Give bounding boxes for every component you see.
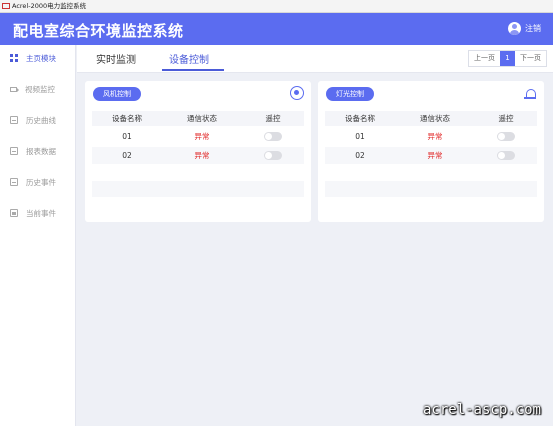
column-header: 通信状态 xyxy=(187,114,217,123)
column-header: 设备名称 xyxy=(345,114,375,123)
current-page-button[interactable]: 1 xyxy=(500,51,515,66)
pagination: 上一页 1 下一页 xyxy=(468,50,547,67)
comm-status: 异常 xyxy=(427,132,443,141)
device-name: 02 xyxy=(122,151,132,160)
device-name: 02 xyxy=(355,151,365,160)
comm-status: 异常 xyxy=(427,151,443,160)
app-title: 配电室综合环境监控系统 xyxy=(13,22,184,40)
light-control-card: 灯光控制 设备名称 通信状态 遥控 01 异常 02 异常 xyxy=(318,81,544,222)
sidebar-item-history-curve[interactable]: 历史曲线 xyxy=(0,107,76,133)
table-row: 02 异常 xyxy=(325,147,537,164)
sidebar-item-label: 历史曲线 xyxy=(26,115,56,125)
sidebar-item-current-event[interactable]: 当前事件 xyxy=(0,200,76,226)
column-header: 通信状态 xyxy=(420,114,450,123)
watermark: acrel-ascp.com xyxy=(422,402,541,418)
sidebar-item-report[interactable]: 报表数据 xyxy=(0,138,76,164)
table-row: 01 异常 xyxy=(325,128,537,145)
comm-status: 异常 xyxy=(194,151,210,160)
window-title: Acrel-2000电力监控系统 xyxy=(12,2,87,10)
table-header: 设备名称 通信状态 遥控 xyxy=(325,111,537,126)
device-name: 01 xyxy=(122,132,132,141)
table-footer xyxy=(92,181,304,197)
fan-icon xyxy=(290,86,304,100)
tab-device-control[interactable]: 设备控制 xyxy=(169,51,209,66)
table-header: 设备名称 通信状态 遥控 xyxy=(92,111,304,126)
logout-button[interactable]: 注销 xyxy=(508,22,541,35)
app-window-icon xyxy=(2,3,10,9)
tab-realtime-monitoring[interactable]: 实时监测 xyxy=(96,51,136,66)
sidebar-item-label: 主页模块 xyxy=(26,53,56,63)
report-icon xyxy=(10,147,18,155)
history-event-icon xyxy=(10,178,18,186)
video-camera-icon xyxy=(10,87,19,92)
card-title: 灯光控制 xyxy=(326,87,374,101)
column-header: 遥控 xyxy=(498,114,514,123)
chart-document-icon xyxy=(10,116,18,124)
device-name: 01 xyxy=(355,132,365,141)
table-row: 02 异常 xyxy=(92,147,304,164)
table-row: 01 异常 xyxy=(92,128,304,145)
sidebar-item-label: 历史事件 xyxy=(26,177,56,187)
sidebar-item-label: 视频监控 xyxy=(25,84,55,94)
table-footer xyxy=(325,181,537,197)
card-title: 风机控制 xyxy=(93,87,141,101)
tab-bar: 实时监测 设备控制 上一页 1 下一页 xyxy=(77,45,553,73)
sidebar-item-history-event[interactable]: 历史事件 xyxy=(0,169,76,195)
remote-control-toggle[interactable] xyxy=(264,132,282,142)
fan-control-card: 风机控制 设备名称 通信状态 遥控 01 异常 02 异常 xyxy=(85,81,311,222)
active-tab-indicator xyxy=(162,69,224,71)
sidebar-item-label: 当前事件 xyxy=(26,208,56,218)
remote-control-toggle[interactable] xyxy=(497,151,515,161)
remote-control-toggle[interactable] xyxy=(497,132,515,142)
sidebar-item-label: 报表数据 xyxy=(26,146,56,156)
sidebar: 主页模块 视频监控 历史曲线 报表数据 历史事件 当前事件 xyxy=(0,45,76,426)
next-page-button[interactable]: 下一页 xyxy=(515,51,546,66)
column-header: 设备名称 xyxy=(112,114,142,123)
grid-icon xyxy=(10,54,18,62)
sidebar-item-home[interactable]: 主页模块 xyxy=(0,45,76,71)
sidebar-item-video[interactable]: 视频监控 xyxy=(0,76,76,102)
current-event-icon xyxy=(10,209,18,217)
logout-label: 注销 xyxy=(525,24,541,33)
prev-page-button[interactable]: 上一页 xyxy=(469,51,500,66)
comm-status: 异常 xyxy=(194,132,210,141)
window-titlebar: Acrel-2000电力监控系统 xyxy=(0,0,553,13)
user-icon xyxy=(508,22,521,35)
column-header: 遥控 xyxy=(265,114,281,123)
app-header: 配电室综合环境监控系统 注销 xyxy=(0,13,553,45)
alarm-light-icon xyxy=(523,86,537,100)
remote-control-toggle[interactable] xyxy=(264,151,282,161)
